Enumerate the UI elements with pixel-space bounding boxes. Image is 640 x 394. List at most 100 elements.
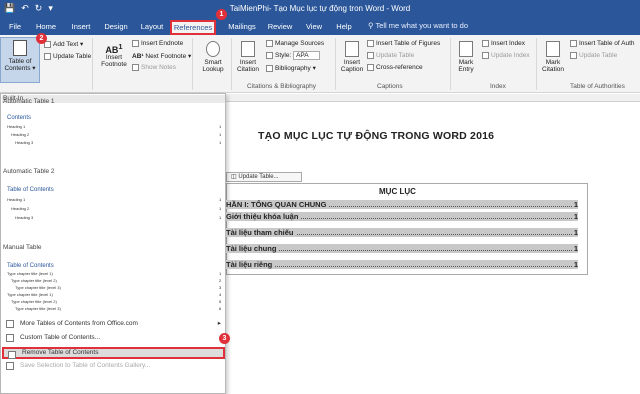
update-table-tab[interactable]: ◫ Update Table... <box>226 172 302 182</box>
add-text-button[interactable]: Add Text ▾ <box>44 40 83 48</box>
preview-title: Contents <box>7 115 32 121</box>
toc-entry[interactable]: Tài liệu chung 1 <box>226 244 578 253</box>
menu-item-label: Custom Table of Contents... <box>20 334 101 341</box>
insert-index-button[interactable]: Insert Index <box>482 40 525 47</box>
toc-entry[interactable]: HẦN I: TỔNG QUAN CHUNG 1 <box>226 200 578 209</box>
insert-citation-button[interactable]: Insert Citation <box>232 41 264 73</box>
office-icon <box>6 320 14 328</box>
insert-table-of-figures-label: Insert Table of Figures <box>376 40 441 48</box>
group-label-index: Index <box>490 83 506 90</box>
preview-line: Type chapter title (level 1) <box>7 271 53 276</box>
style-dropdown[interactable]: APA <box>293 51 320 61</box>
update-index-button[interactable]: Update Index <box>482 52 530 59</box>
horizontal-ruler[interactable] <box>225 94 640 102</box>
mark-citation-label: Mark Citation <box>541 59 565 73</box>
update-table-authorities-label: Update Table <box>579 52 618 60</box>
gallery-item-title: Manual Table <box>3 244 42 251</box>
insert-footnote-button[interactable]: AB1 Insert Footnote <box>96 43 132 68</box>
callout-badge-1: 1 <box>216 9 227 20</box>
update-table-label: Update Table <box>53 53 92 61</box>
table-of-figures-icon <box>367 40 374 47</box>
style-selector[interactable]: Style: APA <box>266 51 320 61</box>
tab-design[interactable]: Design <box>101 20 131 35</box>
manage-sources-label: Manage Sources <box>275 40 325 48</box>
preview-line: Type chapter title (level 3) <box>15 306 61 311</box>
title-bar: 💾 ↶ ↻ ▾ TaiMienPhi- Tạo Mục lục tự động … <box>0 0 640 18</box>
preview-line: Heading 3 <box>15 140 34 145</box>
tab-insert[interactable]: Insert <box>66 20 96 35</box>
insert-table-of-authorities-button[interactable]: Insert Table of Auth <box>570 40 635 47</box>
tab-references[interactable]: References <box>170 20 216 35</box>
tell-me-box[interactable]: ⚲ Tell me what you want to do <box>368 21 468 30</box>
more-tocs-from-office-item[interactable]: More Tables of Contents from Office.com ▸ <box>2 318 225 330</box>
remove-toc-item[interactable]: Remove Table of Contents <box>2 347 225 359</box>
toc-entry[interactable]: Tài liệu riêng 1 <box>226 260 578 269</box>
insert-index-label: Insert Index <box>491 40 525 48</box>
show-notes-button[interactable]: Show Notes <box>132 64 176 71</box>
tab-mailings[interactable]: Mailings <box>224 20 260 35</box>
preview-page: 6 <box>219 306 222 311</box>
show-notes-label: Show Notes <box>141 64 177 72</box>
insert-table-of-authorities-label: Insert Table of Auth <box>579 40 635 48</box>
tab-file[interactable]: File <box>4 20 26 35</box>
toc-dropdown: Built-In Automatic Table 1 Contents Head… <box>0 93 226 394</box>
preview-title: Table of Contents <box>7 263 54 269</box>
cross-reference-button[interactable]: Cross-reference <box>367 64 423 71</box>
insert-endnote-label: Insert Endnote <box>141 40 184 48</box>
manage-sources-button[interactable]: Manage Sources <box>266 40 324 47</box>
toc-entry-label: HẦN I: TỔNG QUAN CHUNG <box>226 200 329 209</box>
tab-help[interactable]: Help <box>333 20 355 35</box>
preview-line: Type chapter title (level 2) <box>11 278 57 283</box>
update-table-tab-label: Update Table... <box>238 174 279 180</box>
toc-entry-page: 1 <box>573 228 578 237</box>
tab-review[interactable]: Review <box>264 20 296 35</box>
update-table-captions-button[interactable]: Update Table <box>367 52 414 59</box>
table-of-contents-button[interactable]: Table of Contents ▾ <box>0 37 40 83</box>
preview-line: Heading 2 <box>11 206 30 211</box>
authorities-icon <box>570 40 577 47</box>
preview-page: 3 <box>219 285 222 290</box>
bibliography-button[interactable]: Bibliography ▾ <box>266 64 316 72</box>
tab-view[interactable]: View <box>302 20 326 35</box>
remove-toc-icon <box>8 351 16 359</box>
next-footnote-button[interactable]: AB¹ Next Footnote ▾ <box>132 52 191 60</box>
save-selection-item[interactable]: Save Selection to Table of Contents Gall… <box>2 360 225 372</box>
update-table-authorities-button[interactable]: Update Table <box>570 52 617 59</box>
toc-entry[interactable]: Giới thiệu khóa luận 1 <box>226 212 578 221</box>
preview-page: 1 <box>219 271 222 276</box>
insert-table-of-figures-button[interactable]: Insert Table of Figures <box>367 40 440 47</box>
toc-entry-label: Tài liệu riêng <box>226 260 275 269</box>
add-text-label: Add Text <box>53 41 79 48</box>
divider <box>192 38 193 90</box>
smart-lookup-button[interactable]: Smart Lookup <box>198 41 228 73</box>
preview-page: 1 <box>219 206 222 211</box>
toc-entry-label: Giới thiệu khóa luận <box>226 212 301 221</box>
window-title: TaiMienPhi- Tạo Mục lục tự động tron Wor… <box>229 4 411 13</box>
preview-line: Heading 3 <box>15 215 34 220</box>
insert-caption-button[interactable]: Insert Caption <box>337 41 367 73</box>
tell-me-text: Tell me what you want to do <box>375 21 469 30</box>
caption-icon <box>345 41 359 57</box>
toc-entry[interactable]: Tài liệu tham chiếu 1 <box>226 228 578 237</box>
toc-entry-label: Tài liệu chung <box>226 244 279 253</box>
custom-toc-item[interactable]: Custom Table of Contents... <box>2 332 225 344</box>
preview-page: 1 <box>219 140 222 145</box>
preview-line: Type chapter title (level 3) <box>15 285 61 290</box>
mark-citation-button[interactable]: Mark Citation <box>538 41 568 73</box>
custom-toc-icon <box>6 334 14 342</box>
update-table-button[interactable]: Update Table <box>44 53 91 60</box>
tab-home[interactable]: Home <box>33 20 59 35</box>
next-footnote-icon: AB¹ <box>132 53 144 60</box>
bibliography-label: Bibliography <box>275 65 311 72</box>
mark-entry-button[interactable]: Mark Entry <box>452 41 480 73</box>
gallery-item-title: Automatic Table 2 <box>3 168 55 175</box>
tab-layout[interactable]: Layout <box>136 20 168 35</box>
show-notes-icon <box>132 64 139 71</box>
preview-page: 1 <box>219 124 222 129</box>
refresh-icon <box>367 52 374 59</box>
chevron-right-icon: ▸ <box>217 320 221 327</box>
footnote-icon: AB1 <box>105 42 123 55</box>
divider <box>536 38 537 90</box>
group-label-captions: Captions <box>377 83 403 90</box>
insert-endnote-button[interactable]: Insert Endnote <box>132 40 183 47</box>
